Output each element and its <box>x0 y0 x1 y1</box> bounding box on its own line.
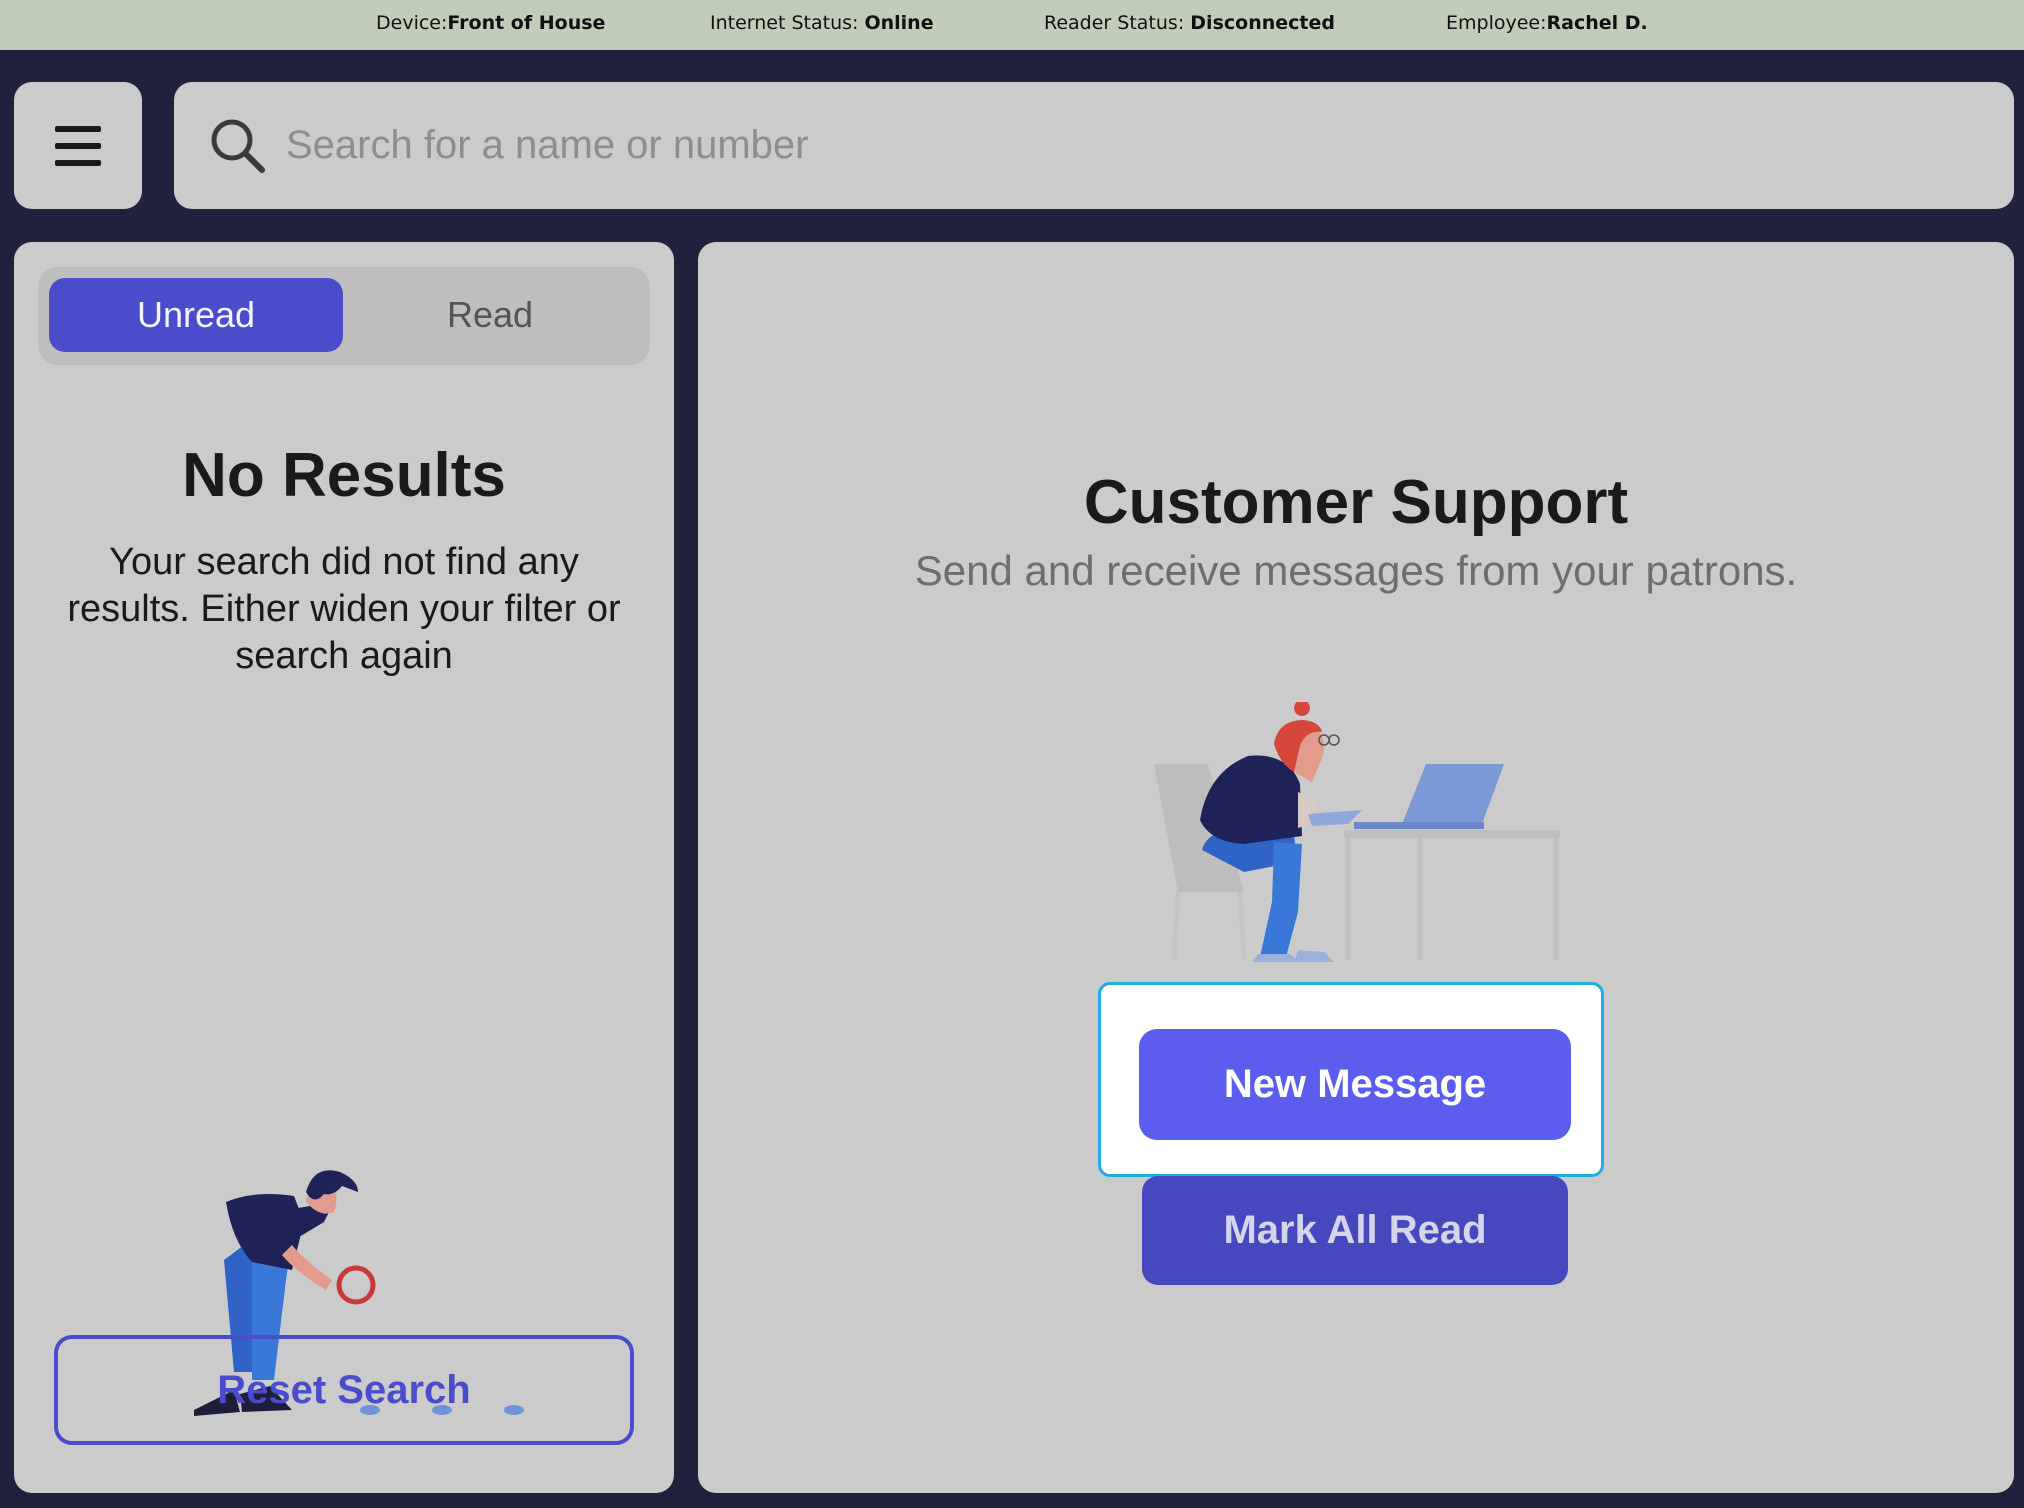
tab-unread[interactable]: Unread <box>49 278 343 352</box>
page-subtitle: Send and receive messages from your patr… <box>914 547 1798 594</box>
device-status: Device:Front of House <box>376 12 605 34</box>
no-results-title: No Results <box>182 441 506 510</box>
search-bar[interactable] <box>174 82 2014 209</box>
status-bar: Device:Front of House Internet Status: O… <box>0 0 2024 50</box>
employee-label: Employee: <box>1446 12 1547 34</box>
reader-value: Disconnected <box>1190 12 1335 34</box>
customer-support-panel: Customer Support Send and receive messag… <box>698 242 2014 1493</box>
employee-value: Rachel D. <box>1546 12 1648 34</box>
read-filter-toggle: Unread Read <box>38 267 650 365</box>
page-title: Customer Support <box>1083 468 1629 537</box>
tab-read[interactable]: Read <box>343 278 637 352</box>
device-label: Device: <box>376 12 448 34</box>
support-agent-illustration <box>1154 702 1560 962</box>
menu-button[interactable] <box>14 82 142 209</box>
mark-all-read-button[interactable]: Mark All Read <box>1142 1176 1568 1285</box>
internet-status: Internet Status: Online <box>710 12 934 34</box>
reader-status: Reader Status: Disconnected <box>1044 12 1335 34</box>
internet-label: Internet Status: <box>710 12 865 34</box>
new-message-button[interactable]: New Message <box>1139 1029 1571 1140</box>
hamburger-icon <box>55 125 101 166</box>
search-input[interactable] <box>286 112 1966 178</box>
no-results-message: Your search did not find any results. Ei… <box>67 541 621 677</box>
reset-search-button[interactable]: Reset Search <box>54 1335 634 1445</box>
internet-value: Online <box>864 12 934 34</box>
employee-status: Employee:Rachel D. <box>1446 12 1648 34</box>
device-value: Front of House <box>447 12 606 34</box>
reader-label: Reader Status: <box>1044 12 1191 34</box>
search-icon <box>211 119 265 173</box>
conversation-list-panel: Unread Read No Results Your search did n… <box>14 242 674 1493</box>
